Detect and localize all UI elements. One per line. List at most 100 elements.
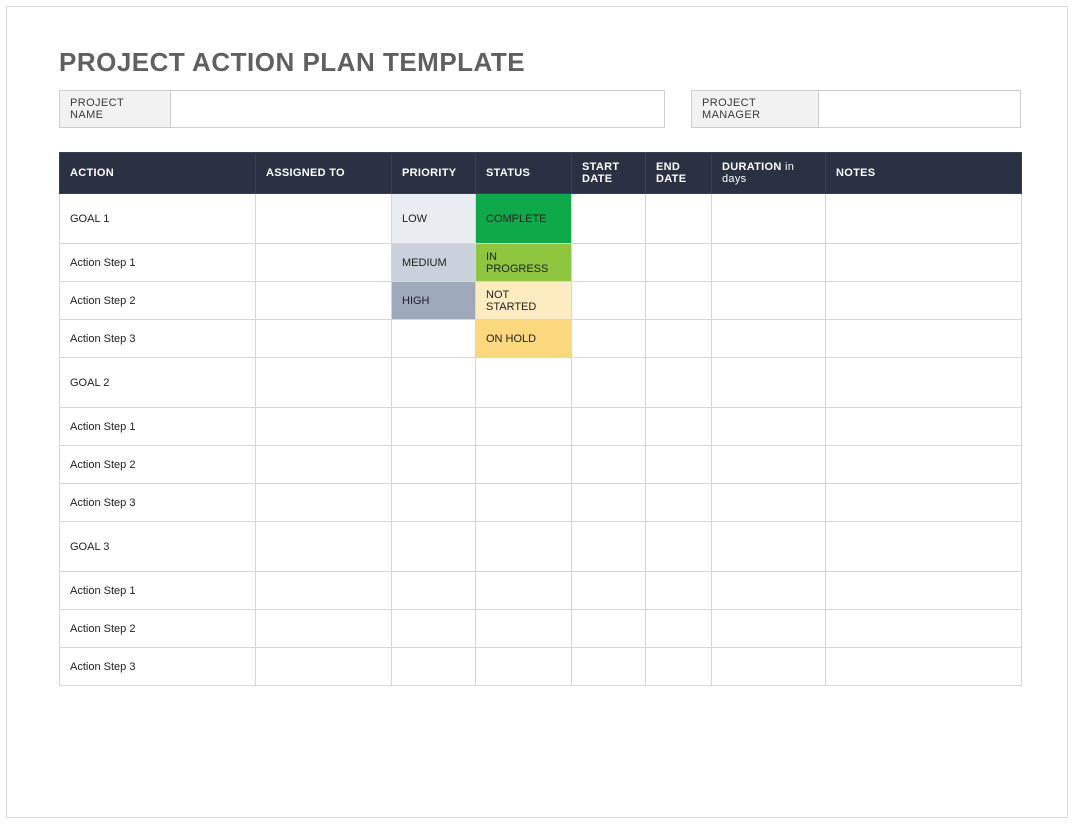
cell-assigned[interactable] [256, 244, 392, 282]
cell-assigned[interactable] [256, 572, 392, 610]
cell-status[interactable]: ON HOLD [476, 320, 572, 358]
cell-priority[interactable] [392, 610, 476, 648]
cell-status[interactable] [476, 484, 572, 522]
cell-notes[interactable] [826, 610, 1022, 648]
cell-start[interactable] [572, 522, 646, 572]
cell-priority[interactable]: LOW [392, 194, 476, 244]
cell-assigned[interactable] [256, 446, 392, 484]
cell-duration[interactable] [712, 408, 826, 446]
cell-priority[interactable] [392, 358, 476, 408]
cell-assigned[interactable] [256, 358, 392, 408]
cell-duration[interactable] [712, 572, 826, 610]
cell-start[interactable] [572, 572, 646, 610]
cell-priority[interactable]: HIGH [392, 282, 476, 320]
cell-notes[interactable] [826, 282, 1022, 320]
cell-priority[interactable] [392, 648, 476, 686]
cell-duration[interactable] [712, 522, 826, 572]
cell-duration[interactable] [712, 194, 826, 244]
cell-status[interactable] [476, 572, 572, 610]
cell-priority[interactable] [392, 446, 476, 484]
cell-end[interactable] [646, 282, 712, 320]
cell-assigned[interactable] [256, 484, 392, 522]
cell-action[interactable]: Action Step 1 [60, 408, 256, 446]
cell-start[interactable] [572, 320, 646, 358]
table-row: Action Step 3 [60, 484, 1022, 522]
cell-assigned[interactable] [256, 522, 392, 572]
cell-end[interactable] [646, 244, 712, 282]
cell-notes[interactable] [826, 648, 1022, 686]
cell-start[interactable] [572, 484, 646, 522]
cell-end[interactable] [646, 648, 712, 686]
cell-end[interactable] [646, 194, 712, 244]
cell-end[interactable] [646, 408, 712, 446]
cell-status[interactable] [476, 522, 572, 572]
cell-duration[interactable] [712, 320, 826, 358]
cell-notes[interactable] [826, 244, 1022, 282]
cell-assigned[interactable] [256, 320, 392, 358]
cell-start[interactable] [572, 446, 646, 484]
cell-notes[interactable] [826, 522, 1022, 572]
project-manager-field[interactable] [819, 90, 1021, 128]
cell-priority[interactable]: MEDIUM [392, 244, 476, 282]
cell-notes[interactable] [826, 320, 1022, 358]
cell-start[interactable] [572, 610, 646, 648]
cell-notes[interactable] [826, 358, 1022, 408]
cell-end[interactable] [646, 572, 712, 610]
cell-status[interactable] [476, 610, 572, 648]
cell-start[interactable] [572, 244, 646, 282]
cell-priority[interactable] [392, 484, 476, 522]
cell-action[interactable]: Action Step 3 [60, 484, 256, 522]
cell-priority[interactable] [392, 522, 476, 572]
cell-end[interactable] [646, 610, 712, 648]
cell-notes[interactable] [826, 408, 1022, 446]
cell-priority[interactable] [392, 572, 476, 610]
cell-notes[interactable] [826, 446, 1022, 484]
cell-assigned[interactable] [256, 648, 392, 686]
cell-start[interactable] [572, 648, 646, 686]
cell-priority[interactable] [392, 408, 476, 446]
cell-notes[interactable] [826, 194, 1022, 244]
cell-action[interactable]: Action Step 2 [60, 446, 256, 484]
cell-assigned[interactable] [256, 282, 392, 320]
cell-action[interactable]: Action Step 3 [60, 320, 256, 358]
cell-duration[interactable] [712, 484, 826, 522]
cell-status[interactable] [476, 358, 572, 408]
cell-assigned[interactable] [256, 408, 392, 446]
cell-notes[interactable] [826, 484, 1022, 522]
cell-action[interactable]: GOAL 2 [60, 358, 256, 408]
cell-end[interactable] [646, 484, 712, 522]
project-name-field[interactable] [171, 90, 665, 128]
cell-status[interactable] [476, 446, 572, 484]
cell-start[interactable] [572, 408, 646, 446]
cell-action[interactable]: Action Step 2 [60, 282, 256, 320]
cell-duration[interactable] [712, 610, 826, 648]
cell-status[interactable] [476, 648, 572, 686]
cell-action[interactable]: GOAL 1 [60, 194, 256, 244]
cell-status[interactable]: COMPLETE [476, 194, 572, 244]
cell-duration[interactable] [712, 648, 826, 686]
cell-action[interactable]: Action Step 1 [60, 572, 256, 610]
cell-duration[interactable] [712, 358, 826, 408]
cell-action[interactable]: Action Step 3 [60, 648, 256, 686]
cell-duration[interactable] [712, 244, 826, 282]
meta-row: PROJECT NAME PROJECT MANAGER [59, 90, 1021, 128]
cell-action[interactable]: Action Step 1 [60, 244, 256, 282]
cell-start[interactable] [572, 282, 646, 320]
cell-notes[interactable] [826, 572, 1022, 610]
cell-end[interactable] [646, 522, 712, 572]
cell-end[interactable] [646, 358, 712, 408]
cell-action[interactable]: Action Step 2 [60, 610, 256, 648]
cell-duration[interactable] [712, 446, 826, 484]
cell-end[interactable] [646, 320, 712, 358]
cell-start[interactable] [572, 358, 646, 408]
cell-end[interactable] [646, 446, 712, 484]
cell-status[interactable]: IN PROGRESS [476, 244, 572, 282]
cell-duration[interactable] [712, 282, 826, 320]
cell-assigned[interactable] [256, 194, 392, 244]
cell-status[interactable] [476, 408, 572, 446]
cell-priority[interactable] [392, 320, 476, 358]
cell-start[interactable] [572, 194, 646, 244]
cell-action[interactable]: GOAL 3 [60, 522, 256, 572]
cell-status[interactable]: NOT STARTED [476, 282, 572, 320]
cell-assigned[interactable] [256, 610, 392, 648]
